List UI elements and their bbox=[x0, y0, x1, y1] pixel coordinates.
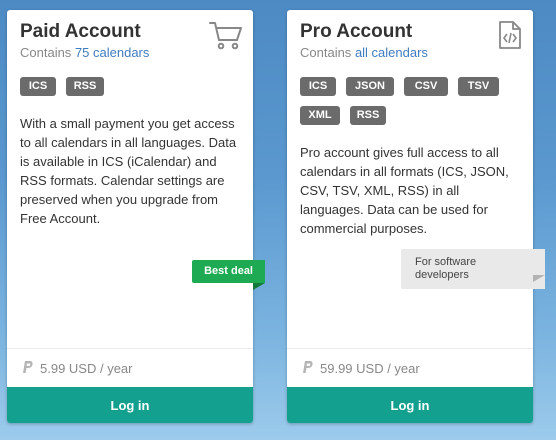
card-description: With a small payment you get access to a… bbox=[20, 116, 237, 226]
badge-ics: ICS bbox=[300, 77, 336, 96]
card-subtitle: Contains all calendars bbox=[300, 45, 428, 60]
ribbon-fold bbox=[533, 275, 545, 282]
subtitle-prefix: Contains bbox=[20, 45, 72, 60]
paypal-icon bbox=[302, 360, 314, 377]
badge-ics: ICS bbox=[20, 77, 56, 96]
software-developers-ribbon: For software developers bbox=[401, 249, 545, 289]
badge-xml: XML bbox=[300, 106, 340, 125]
price: 59.99 USD / year bbox=[302, 360, 420, 377]
price-text: 59.99 USD / year bbox=[320, 361, 420, 376]
badge-rss: RSS bbox=[66, 77, 104, 96]
format-badges: ICS RSS bbox=[20, 77, 245, 96]
login-button[interactable]: Log in bbox=[7, 387, 253, 423]
calendars-link[interactable]: 75 calendars bbox=[75, 45, 149, 60]
badge-json: JSON bbox=[346, 77, 394, 96]
card-title: Pro Account bbox=[300, 21, 413, 42]
divider bbox=[287, 348, 533, 349]
paypal-icon bbox=[22, 360, 34, 377]
badge-tsv: TSV bbox=[458, 77, 499, 96]
price: 5.99 USD / year bbox=[22, 360, 133, 377]
format-badges: ICS JSON CSV TSV XML RSS bbox=[300, 77, 525, 125]
paid-account-card: Paid Account Contains 75 calendars ICS R… bbox=[7, 10, 265, 423]
card-title: Paid Account bbox=[20, 21, 141, 42]
divider bbox=[7, 348, 253, 349]
calendars-link[interactable]: all calendars bbox=[355, 45, 428, 60]
cart-icon bbox=[209, 20, 243, 55]
login-button[interactable]: Log in bbox=[287, 387, 533, 423]
code-file-icon bbox=[497, 20, 523, 55]
card-subtitle: Contains 75 calendars bbox=[20, 45, 149, 60]
subtitle-prefix: Contains bbox=[300, 45, 352, 60]
pro-account-card: Pro Account Contains all calendars ICS J… bbox=[287, 10, 545, 423]
price-text: 5.99 USD / year bbox=[40, 361, 133, 376]
badge-rss: RSS bbox=[350, 106, 386, 125]
best-deal-ribbon: Best deal bbox=[192, 260, 265, 283]
badge-csv: CSV bbox=[404, 77, 448, 96]
card-description: Pro account gives full access to all cal… bbox=[300, 145, 509, 236]
ribbon-fold bbox=[253, 283, 265, 290]
